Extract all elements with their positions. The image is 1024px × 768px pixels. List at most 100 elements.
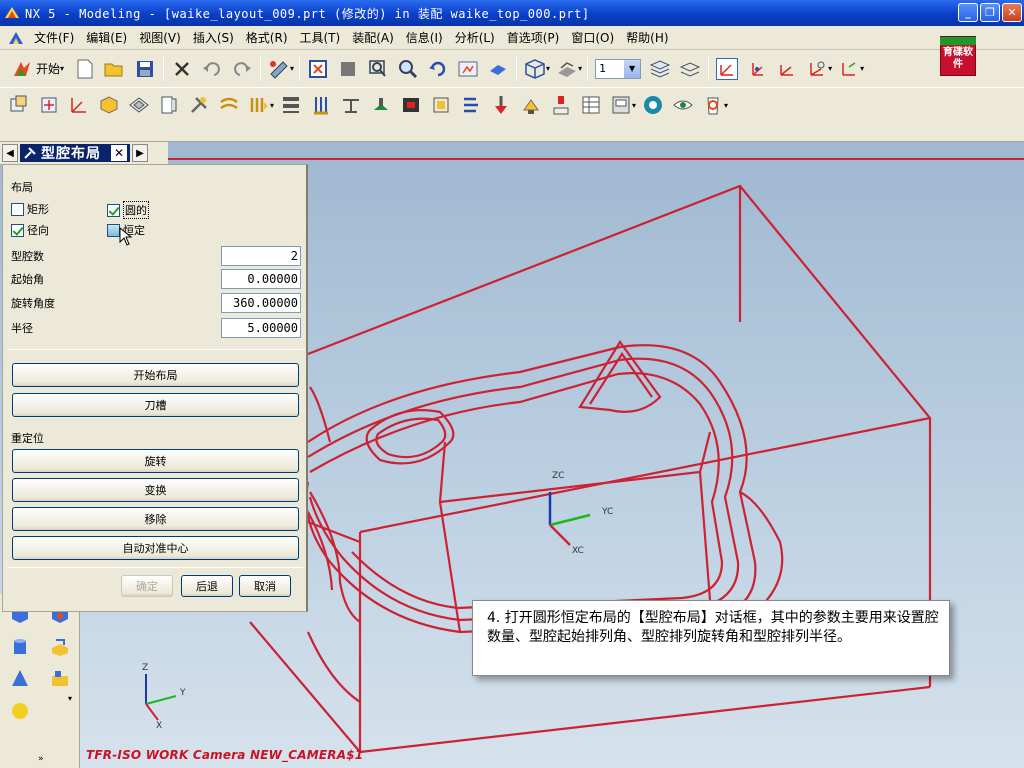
- pin-icon[interactable]: [23, 146, 37, 160]
- mold-csys-icon[interactable]: [38, 94, 60, 116]
- cut-icon[interactable]: [171, 58, 193, 80]
- standard-parts-icon[interactable]: [280, 94, 302, 116]
- menu-insert[interactable]: 插入(S): [187, 28, 240, 48]
- nav-forward-icon[interactable]: ▶: [132, 144, 148, 162]
- circle-checkbox[interactable]: [107, 203, 120, 217]
- rotate-angle-input[interactable]: 360.00000: [221, 293, 301, 313]
- cooling-icon[interactable]: [460, 94, 482, 116]
- menu-edit[interactable]: 编辑(E): [80, 28, 133, 48]
- minimize-button[interactable]: _: [958, 3, 978, 22]
- selection-filter-icon[interactable]: [268, 58, 290, 80]
- wcs-icon[interactable]: [716, 57, 739, 80]
- mold-init-icon[interactable]: [8, 94, 30, 116]
- rect-checkbox[interactable]: [11, 202, 24, 216]
- menu-preferences[interactable]: 首选项(P): [501, 28, 566, 48]
- work-layer-select[interactable]: 1 ▼: [595, 58, 642, 79]
- title-bar: NX 5 - Modeling - [waike_layout_009.prt …: [0, 0, 1024, 26]
- close-icon[interactable]: ✕: [111, 145, 127, 161]
- transform-button[interactable]: 变换: [12, 478, 299, 502]
- menu-assembly[interactable]: 装配(A): [346, 28, 400, 48]
- restore-button[interactable]: ❐: [980, 3, 1000, 22]
- menu-view[interactable]: 视图(V): [133, 28, 187, 48]
- visibility-icon[interactable]: [672, 94, 694, 116]
- window-title: NX 5 - Modeling - [waike_layout_009.prt …: [25, 6, 590, 21]
- back-button[interactable]: 后退: [181, 575, 233, 597]
- bill-of-materials-icon[interactable]: [580, 94, 602, 116]
- close-button[interactable]: ✕: [1002, 3, 1022, 22]
- start-angle-input[interactable]: 0.00000: [221, 269, 301, 289]
- view-manager-icon[interactable]: [642, 94, 664, 116]
- wcs-orient-icon[interactable]: [806, 58, 828, 80]
- assembly-icon[interactable]: [49, 668, 71, 690]
- rotate-view-icon[interactable]: [427, 58, 449, 80]
- mold-tools-icon[interactable]: [188, 94, 210, 116]
- start-button[interactable]: 开始 ▾: [8, 57, 70, 81]
- mold-base-icon[interactable]: [248, 94, 270, 116]
- remove-button[interactable]: 移除: [12, 507, 299, 531]
- shrinkage-icon[interactable]: [68, 94, 90, 116]
- menu-bar: 文件(F) 编辑(E) 视图(V) 插入(S) 格式(R) 工具(T) 装配(A…: [0, 26, 1024, 72]
- shaded-icon[interactable]: [337, 58, 359, 80]
- slider-icon[interactable]: [340, 94, 362, 116]
- rotate-button[interactable]: 旋转: [12, 449, 299, 473]
- drawing-icon[interactable]: [610, 94, 632, 116]
- start-layout-button[interactable]: 开始布局: [12, 363, 299, 387]
- ok-button[interactable]: 确定: [121, 575, 173, 597]
- delete-files-icon[interactable]: [702, 94, 724, 116]
- sub-insert-icon[interactable]: [370, 94, 392, 116]
- family-mold-icon[interactable]: [158, 94, 180, 116]
- cavity-count-label: 型腔数: [11, 250, 44, 263]
- fit-view-icon[interactable]: [307, 58, 329, 80]
- auto-center-button[interactable]: 自动对准中心: [12, 536, 299, 560]
- rect-option[interactable]: 矩形: [11, 201, 49, 217]
- circle-option[interactable]: 圆的: [107, 201, 149, 219]
- cylinder-icon[interactable]: [9, 636, 31, 658]
- undo-icon[interactable]: [201, 58, 223, 80]
- trim-parts-icon[interactable]: [520, 94, 542, 116]
- wcs-rotate-icon[interactable]: [776, 58, 798, 80]
- new-file-icon[interactable]: [74, 58, 96, 80]
- layer-settings-icon[interactable]: [649, 58, 671, 80]
- chevron-down-icon[interactable]: »: [38, 754, 44, 764]
- pan-view-icon[interactable]: [457, 58, 479, 80]
- extrude-icon[interactable]: [49, 636, 71, 658]
- parting-icon[interactable]: [218, 94, 240, 116]
- open-folder-icon[interactable]: [104, 58, 126, 80]
- chevron-down-icon[interactable]: ▾: [68, 694, 72, 703]
- orient-view-icon[interactable]: [524, 58, 546, 80]
- zoom-icon[interactable]: [397, 58, 419, 80]
- wcs-origin-icon[interactable]: [746, 58, 768, 80]
- runner-icon[interactable]: [430, 94, 452, 116]
- radial-checkbox[interactable]: [11, 223, 24, 237]
- empty-toolbar-row: [0, 122, 1024, 142]
- radius-input[interactable]: 5.00000: [221, 318, 301, 338]
- menu-window[interactable]: 窗口(O): [565, 28, 620, 48]
- menu-analysis[interactable]: 分析(L): [449, 28, 501, 48]
- menu-tools[interactable]: 工具(T): [294, 28, 347, 48]
- radial-option[interactable]: 径向: [11, 222, 49, 238]
- true-shading-icon[interactable]: [487, 58, 509, 80]
- workpiece-icon[interactable]: [98, 94, 120, 116]
- gate-icon[interactable]: [400, 94, 422, 116]
- zoom-window-icon[interactable]: [367, 58, 389, 80]
- menu-format[interactable]: 格式(R): [240, 28, 294, 48]
- cavity-count-input[interactable]: 2: [221, 246, 301, 266]
- cancel-button[interactable]: 取消: [239, 575, 291, 597]
- tool-slot-button[interactable]: 刀槽: [12, 393, 299, 417]
- menu-info[interactable]: 信息(I): [400, 28, 449, 48]
- rendering-style-icon[interactable]: [556, 58, 578, 80]
- pocket-icon[interactable]: [550, 94, 572, 116]
- nav-back-icon[interactable]: ◀: [2, 144, 18, 162]
- cone-icon[interactable]: [9, 668, 31, 690]
- menu-help[interactable]: 帮助(H): [620, 28, 674, 48]
- cavity-layout-icon[interactable]: [128, 94, 150, 116]
- save-icon[interactable]: [134, 58, 156, 80]
- circle-label: 圆的: [123, 201, 149, 219]
- redo-icon[interactable]: [231, 58, 253, 80]
- electrode-icon[interactable]: [490, 94, 512, 116]
- wcs-display-icon[interactable]: [838, 58, 860, 80]
- menu-file[interactable]: 文件(F): [28, 28, 80, 48]
- ejector-pin-icon[interactable]: [310, 94, 332, 116]
- move-to-layer-icon[interactable]: [679, 58, 701, 80]
- sphere-icon[interactable]: [9, 700, 31, 722]
